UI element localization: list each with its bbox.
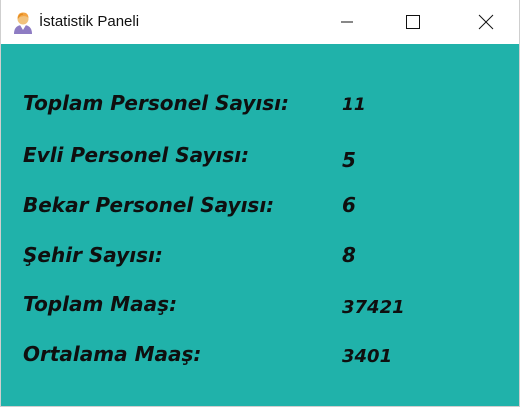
married-personnel-value: 5 <box>342 148 356 172</box>
city-count-value: 8 <box>342 243 356 267</box>
statistics-window: İstatistik Paneli Toplam Personel Sayısı… <box>0 0 520 407</box>
minimize-icon <box>341 16 353 28</box>
total-salary-label: Toplam Maaş: <box>23 292 178 316</box>
minimize-button[interactable] <box>324 0 370 44</box>
single-personnel-label: Bekar Personel Sayısı: <box>23 193 275 217</box>
total-personnel-value: 11 <box>342 95 366 115</box>
statistics-panel: Toplam Personel Sayısı: 11 Evli Personel… <box>1 44 519 406</box>
total-personnel-label: Toplam Personel Sayısı: <box>23 91 290 115</box>
total-salary-value: 37421 <box>342 297 405 318</box>
average-salary-value: 3401 <box>342 346 393 367</box>
maximize-icon <box>406 15 420 29</box>
window-title: İstatistik Paneli <box>39 13 140 30</box>
close-button[interactable] <box>463 0 509 44</box>
single-personnel-value: 6 <box>342 193 356 217</box>
close-icon <box>478 14 494 30</box>
average-salary-label: Ortalama Maaş: <box>23 342 202 366</box>
title-bar[interactable]: İstatistik Paneli <box>1 0 519 44</box>
city-count-label: Şehir Sayısı: <box>23 243 163 267</box>
user-avatar-icon <box>11 10 35 34</box>
married-personnel-label: Evli Personel Sayısı: <box>23 143 250 167</box>
maximize-button[interactable] <box>390 0 436 44</box>
